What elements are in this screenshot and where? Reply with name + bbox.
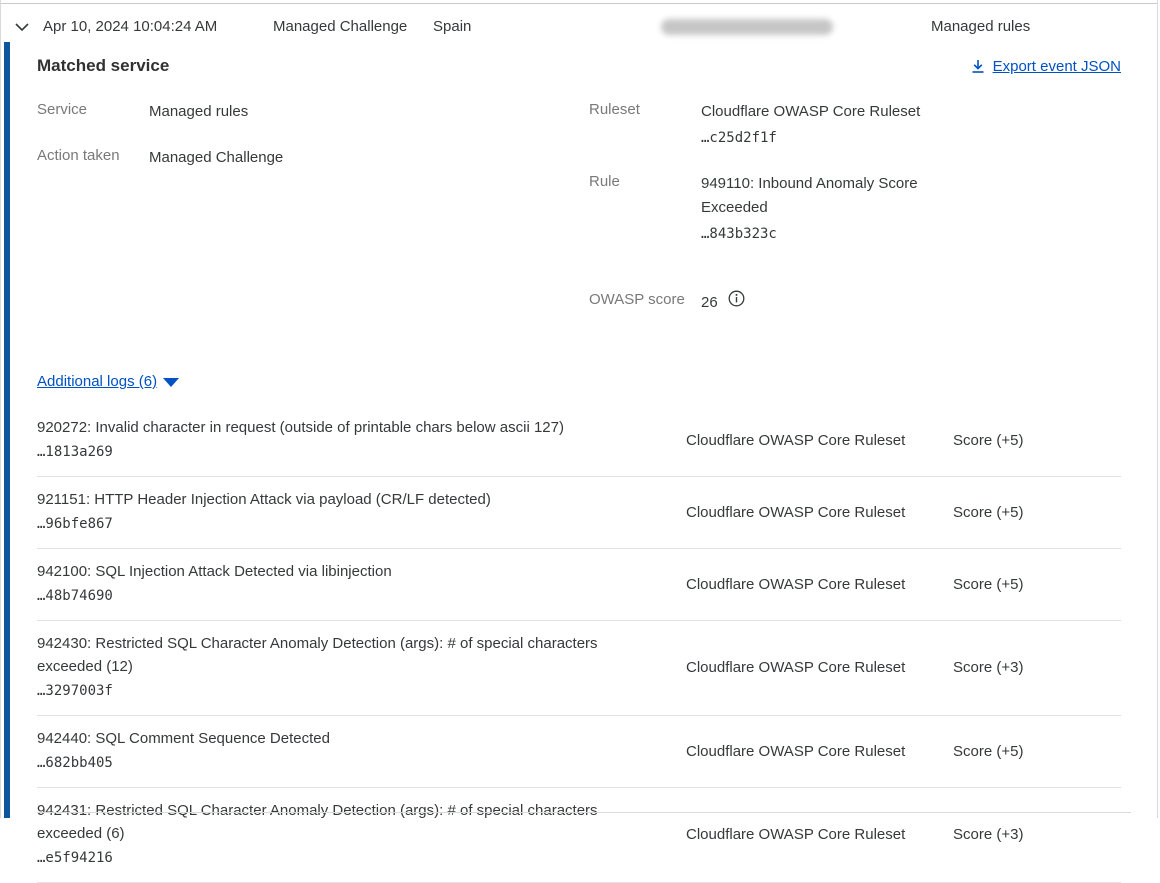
service-value: Managed rules <box>149 100 248 124</box>
log-ruleset: Cloudflare OWASP Core Ruleset <box>662 826 953 843</box>
log-ruleset: Cloudflare OWASP Core Ruleset <box>662 659 953 676</box>
expanded-row-accent-bar <box>4 42 10 818</box>
log-row: 942440: SQL Comment Sequence Detected …6… <box>37 716 1121 788</box>
info-icon[interactable] <box>728 290 745 315</box>
log-description: 942100: SQL Injection Attack Detected vi… <box>37 560 662 583</box>
log-ruleset: Cloudflare OWASP Core Ruleset <box>662 576 953 593</box>
rule-value: 949110: Inbound Anomaly Score Exceeded <box>701 172 941 220</box>
log-description: 920272: Invalid character in request (ou… <box>37 416 662 439</box>
rule-id: …843b323c <box>701 222 941 246</box>
event-row-header[interactable]: Apr 10, 2024 10:04:24 AM Managed Challen… <box>1 4 1157 42</box>
service-detail-row: Service Managed rules <box>37 100 589 124</box>
log-ruleset: Cloudflare OWASP Core Ruleset <box>662 432 953 449</box>
log-row: 921151: HTTP Header Injection Attack via… <box>37 477 1121 549</box>
rule-detail-row: Rule 949110: Inbound Anomaly Score Excee… <box>589 172 1121 246</box>
log-ruleset: Cloudflare OWASP Core Ruleset <box>662 743 953 760</box>
service-label: Service <box>37 100 149 124</box>
log-row: 920272: Invalid character in request (ou… <box>37 405 1121 477</box>
ruleset-id: …c25d2f1f <box>701 126 920 150</box>
log-row: 942430: Restricted SQL Character Anomaly… <box>37 621 1121 716</box>
export-event-json-link[interactable]: Export event JSON <box>971 58 1121 75</box>
log-rule-id: …1813a269 <box>37 441 662 464</box>
redacted-host-value <box>661 19 833 35</box>
action-taken-label: Action taken <box>37 146 149 170</box>
log-description: 942440: SQL Comment Sequence Detected <box>37 727 662 750</box>
log-ruleset: Cloudflare OWASP Core Ruleset <box>662 504 953 521</box>
log-row: 942431: Restricted SQL Character Anomaly… <box>37 788 1121 883</box>
log-rule-id: …48b74690 <box>37 585 662 608</box>
ruleset-label: Ruleset <box>589 100 701 150</box>
event-country: Spain <box>433 18 471 35</box>
log-rule-id: …3297003f <box>37 680 662 703</box>
log-score: Score (+5) <box>953 743 1121 760</box>
log-score: Score (+3) <box>953 659 1121 676</box>
event-detail-panel: Matched service Export event JSON Servic… <box>1 42 1157 818</box>
security-event-table: Apr 10, 2024 10:04:24 AM Managed Challen… <box>0 0 1158 818</box>
log-rule-id: …96bfe867 <box>37 513 662 536</box>
owasp-score-label: OWASP score <box>589 290 701 315</box>
matched-service-details: Service Managed rules Action taken Manag… <box>37 100 1121 337</box>
download-icon <box>971 59 985 74</box>
action-taken-value: Managed Challenge <box>149 146 283 170</box>
ruleset-detail-row: Ruleset Cloudflare OWASP Core Ruleset …c… <box>589 100 1121 150</box>
additional-logs-toggle[interactable]: Additional logs (6) <box>37 373 179 390</box>
caret-down-icon <box>163 378 179 387</box>
log-row: 942100: SQL Injection Attack Detected vi… <box>37 549 1121 621</box>
event-action: Managed Challenge <box>273 18 407 35</box>
rule-label: Rule <box>589 172 701 246</box>
next-row-top-border <box>37 812 1131 813</box>
log-score: Score (+5) <box>953 576 1121 593</box>
log-description: 921151: HTTP Header Injection Attack via… <box>37 488 662 511</box>
log-score: Score (+3) <box>953 826 1121 843</box>
log-score: Score (+5) <box>953 432 1121 449</box>
log-score: Score (+5) <box>953 504 1121 521</box>
matched-service-title: Matched service <box>37 56 169 76</box>
owasp-score-detail-row: OWASP score 26 <box>589 290 1121 315</box>
owasp-score-value: 26 <box>701 291 718 315</box>
log-rule-id: …e5f94216 <box>37 847 662 870</box>
additional-logs-label: Additional logs (6) <box>37 373 157 390</box>
log-description: 942430: Restricted SQL Character Anomaly… <box>37 632 662 678</box>
log-rule-id: …682bb405 <box>37 752 662 775</box>
action-taken-detail-row: Action taken Managed Challenge <box>37 146 589 170</box>
log-description: 942431: Restricted SQL Character Anomaly… <box>37 799 662 845</box>
ruleset-value: Cloudflare OWASP Core Ruleset <box>701 100 920 124</box>
export-event-json-label: Export event JSON <box>993 58 1121 75</box>
collapse-chevron-icon[interactable] <box>14 19 32 35</box>
event-service: Managed rules <box>931 18 1030 35</box>
event-timestamp: Apr 10, 2024 10:04:24 AM <box>43 18 217 35</box>
